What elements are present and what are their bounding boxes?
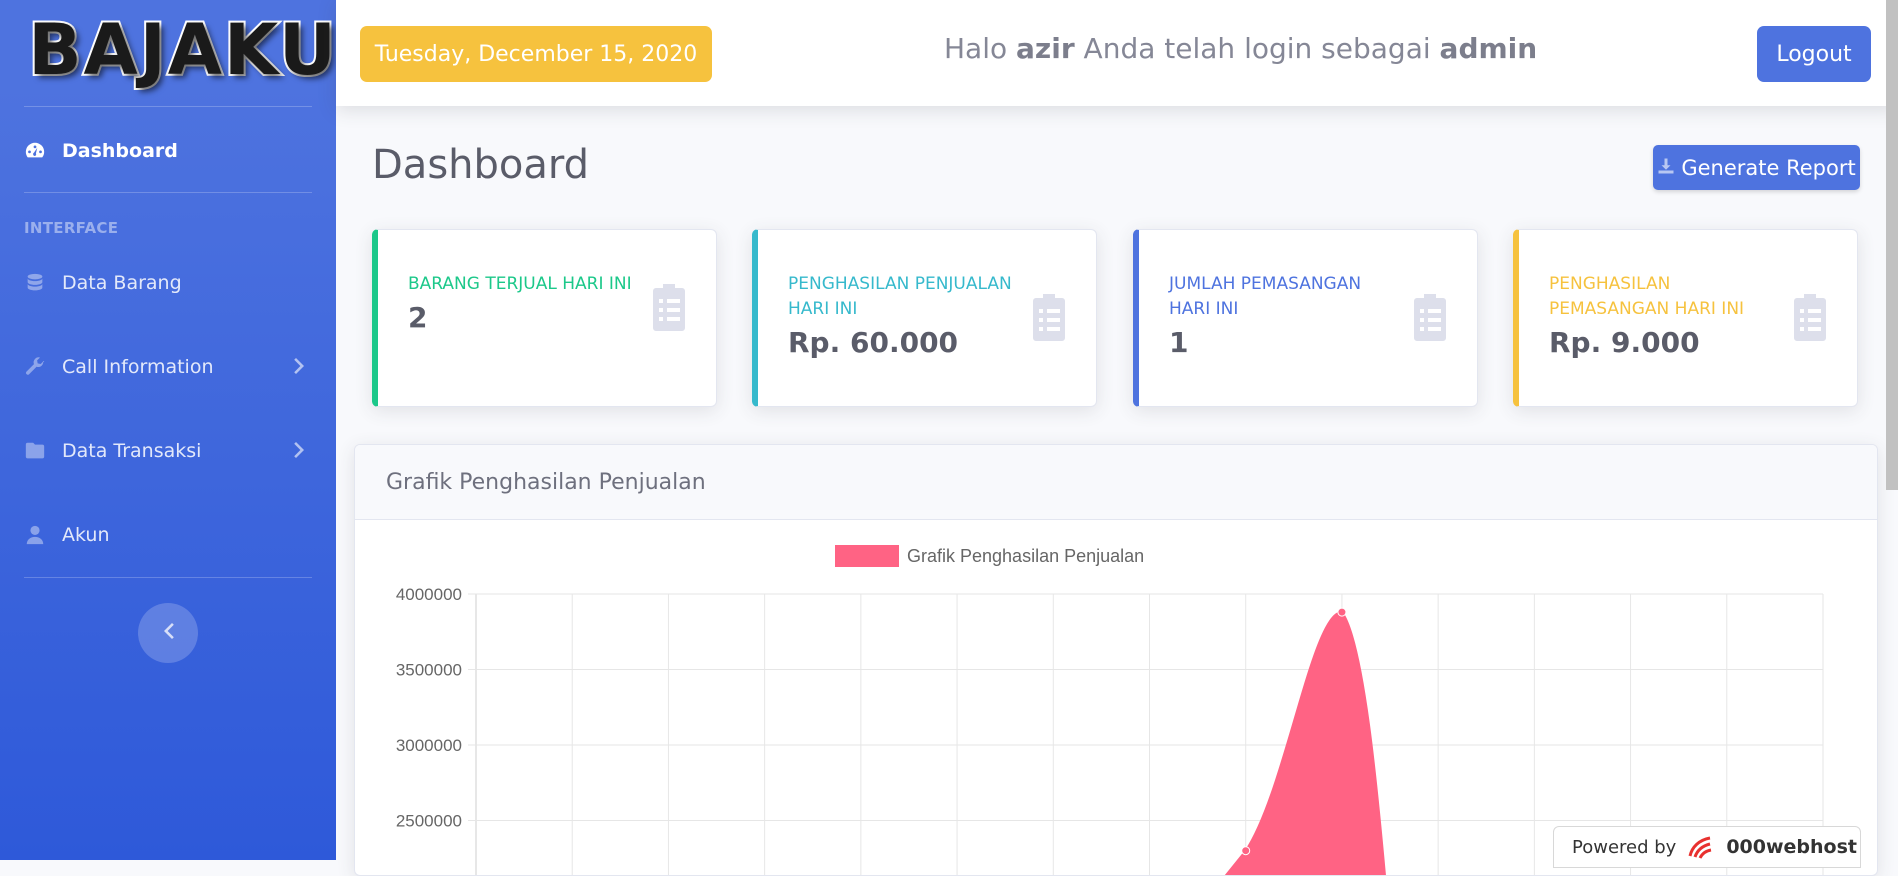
greeting-prefix: Halo: [944, 32, 1008, 65]
stat-card-barang-terjual: BARANG TERJUAL HARI INI 2: [372, 229, 717, 407]
y-tick-label: 3000000: [396, 736, 462, 755]
generate-report-label: Generate Report: [1681, 155, 1856, 180]
wrench-icon: [24, 356, 62, 378]
user-role: admin: [1439, 32, 1538, 65]
card-label: PENGHASILAN PENJUALAN HARI INI: [788, 274, 1012, 319]
page-scrollbar[interactable]: [1886, 0, 1898, 490]
y-tick-label: 2500000: [396, 812, 462, 831]
logout-button[interactable]: Logout: [1757, 26, 1871, 82]
sidebar-item-label: Data Transaksi: [62, 440, 202, 462]
sidebar-divider: [24, 577, 312, 578]
sidebar-heading: INTERFACE: [24, 219, 119, 237]
card-value: 2: [408, 301, 428, 334]
tachometer-icon: [24, 140, 62, 162]
sidebar-item-label: Dashboard: [62, 140, 178, 162]
stat-card-penghasilan-penjualan: PENGHASILAN PENJUALAN HARI INI Rp. 60.00…: [752, 229, 1097, 407]
folder-icon: [24, 440, 62, 462]
page-title: Dashboard: [372, 142, 590, 188]
stat-card-penghasilan-pemasangan: PENGHASILAN PEMASANGAN HARI INI Rp. 9.00…: [1513, 229, 1858, 407]
clipboard-list-icon: [1791, 292, 1829, 346]
generate-report-button[interactable]: Generate Report: [1653, 145, 1860, 190]
legend-label: Grafik Penghasilan Penjualan: [907, 546, 1144, 566]
stat-card-jumlah-pemasangan: JUMLAH PEMASANGAN HARI INI 1: [1133, 229, 1478, 407]
sidebar-item-data-barang[interactable]: Data Barang: [24, 263, 314, 303]
sidebar-item-data-transaksi[interactable]: Data Transaksi: [24, 431, 314, 471]
sidebar-toggle-button[interactable]: [138, 603, 198, 663]
data-point: [1337, 607, 1347, 617]
user-icon: [24, 524, 62, 546]
y-tick-label: 3500000: [396, 661, 462, 680]
greeting-text: Halo azir Anda telah login sebagai admin: [944, 32, 1537, 65]
sidebar-divider: [24, 106, 312, 107]
data-point: [1241, 846, 1251, 856]
sidebar-divider: [24, 192, 312, 193]
topbar: Tuesday, December 15, 2020 Halo azir And…: [336, 0, 1898, 106]
sidebar: BAJAKU Dashboard INTERFACE Data Barang C…: [0, 0, 338, 860]
download-icon: [1657, 156, 1681, 180]
card-label: JUMLAH PEMASANGAN HARI INI: [1169, 274, 1362, 319]
database-icon: [24, 272, 62, 294]
card-label: PENGHASILAN PEMASANGAN HARI INI: [1549, 274, 1745, 319]
chart-card-title: Grafik Penghasilan Penjualan: [355, 445, 1877, 520]
sidebar-item-label: Call Information: [62, 356, 214, 378]
chevron-left-icon: [161, 622, 175, 644]
username: azir: [1016, 32, 1075, 65]
sidebar-item-akun[interactable]: Akun: [24, 515, 314, 555]
powered-by-text: Powered by: [1572, 836, 1677, 858]
greeting-middle: Anda telah login sebagai: [1083, 32, 1431, 65]
sales-chart: Grafik Penghasilan Penjualan 4000000 35000…: [396, 545, 1824, 875]
webhost-logo-icon: [1686, 834, 1720, 860]
card-value: 1: [1169, 326, 1189, 359]
sidebar-item-label: Data Barang: [62, 272, 182, 294]
clipboard-list-icon: [1030, 292, 1068, 346]
series-area: [1224, 611, 1386, 875]
clipboard-list-icon: [650, 282, 688, 336]
y-tick-label: 4000000: [396, 585, 462, 604]
legend-swatch: [835, 545, 899, 567]
chevron-right-icon: [294, 441, 306, 464]
powered-by-badge[interactable]: Powered by 000webhost: [1553, 826, 1861, 868]
card-label: BARANG TERJUAL HARI INI: [408, 274, 632, 294]
sidebar-item-call-information[interactable]: Call Information: [24, 347, 314, 387]
powered-by-brand[interactable]: 000webhost: [1726, 836, 1857, 858]
clipboard-list-icon: [1411, 292, 1449, 346]
date-badge: Tuesday, December 15, 2020: [360, 26, 712, 82]
sidebar-item-dashboard[interactable]: Dashboard: [24, 131, 314, 171]
chevron-right-icon: [294, 357, 306, 380]
chart-card: Grafik Penghasilan Penjualan Grafik Peng…: [354, 444, 1878, 876]
brand-logo-text: BAJAKU: [26, 9, 338, 91]
sidebar-item-label: Akun: [62, 524, 110, 546]
card-value: Rp. 9.000: [1549, 326, 1700, 359]
brand-logo[interactable]: BAJAKU: [26, 12, 338, 88]
card-value: Rp. 60.000: [788, 326, 959, 359]
